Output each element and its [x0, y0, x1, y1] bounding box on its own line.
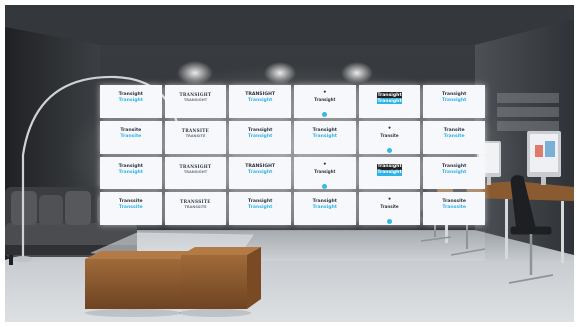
logo-tile: Transight Transight: [229, 120, 291, 154]
logo-secondary-text: Transight: [376, 169, 403, 176]
logo-secondary-text: TRANSITE: [185, 133, 206, 138]
logo-tile: Transight Transight: [358, 156, 421, 190]
logo-tile: TRANSIGHT TRANSIGHT: [164, 85, 227, 118]
logo-primary-text: Transight: [441, 163, 467, 169]
logo-primary-text: TRANSIGHT: [245, 163, 276, 169]
logo-tile: • Transite: [358, 120, 421, 154]
logo-primary-text: Transite: [443, 127, 465, 133]
logo-tile: Transite Transite: [423, 120, 485, 154]
logo-primary-text: Transight: [118, 92, 143, 97]
logo-tile: Transsite Transsite: [100, 192, 162, 225]
logo-secondary-text: Transight: [312, 133, 337, 139]
logo-tile: TRANSITE TRANSITE: [164, 120, 227, 154]
logo-tile: Transite Transite: [100, 120, 162, 154]
logo-secondary-text: Transight: [376, 98, 403, 104]
logo-tile-wall: Transight Transight TRANSIGHT TRANSIGHT TRAN…: [100, 85, 485, 225]
logo-secondary-text: Transight: [247, 169, 273, 175]
logo-tile: Transight Transight: [294, 192, 356, 225]
logo-secondary-text: Transsite: [442, 205, 466, 211]
logo-secondary-text: TRANSSITE: [184, 205, 207, 210]
logo-tile: • Transite: [358, 192, 421, 225]
logo-secondary-text: Transight: [441, 98, 467, 103]
logo-secondary-text: TRANSIGHT: [183, 98, 208, 102]
logo-primary-text: •: [322, 160, 327, 168]
logo-primary-text: •: [387, 196, 392, 204]
logo-tile: Transight Transight: [294, 120, 356, 154]
logo-primary-text: Transsite: [119, 199, 143, 205]
logo-primary-text: •: [387, 124, 392, 132]
logo-primary-text: TRANSITE: [181, 127, 210, 133]
logo-tile: • Transight: [294, 85, 356, 118]
logo-secondary-text: Transight: [312, 205, 337, 211]
logo-primary-text: Transight: [118, 163, 143, 169]
logo-tile: Transight Transight: [100, 156, 162, 190]
logo-tile: Transight Transight: [423, 85, 485, 118]
logo-dot-icon: [294, 174, 356, 190]
logo-primary-text: Transight: [247, 199, 273, 205]
logo-primary-text: TRANSIGHT: [245, 92, 276, 97]
logo-secondary-text: Transight: [118, 98, 143, 103]
logo-dot-icon: [359, 209, 421, 225]
logo-tile: TRANSSITE TRANSSITE: [164, 192, 227, 225]
logo-primary-text: Transight: [247, 127, 273, 133]
logo-primary-text: •: [322, 89, 327, 96]
logo-secondary-text: Transight: [118, 169, 143, 175]
logo-primary-text: Transsite: [442, 199, 466, 205]
logo-primary-text: TRANSIGHT: [179, 163, 212, 169]
logo-primary-text: Transight: [312, 199, 337, 205]
logo-tile: Transight Transight: [100, 85, 162, 118]
logo-secondary-text: TRANSIGHT: [183, 169, 208, 174]
logo-tile: Transight Transight: [358, 85, 421, 118]
logo-dot-icon: [359, 138, 421, 154]
logo-primary-text: Transite: [120, 127, 142, 133]
logo-primary-text: Transight: [312, 127, 337, 133]
logo-secondary-text: Transight: [247, 205, 273, 211]
logo-tile: TRANSIGHT TRANSIGHT: [164, 156, 227, 190]
logo-secondary-text: Transight: [441, 169, 467, 175]
logo-secondary-text: Transight: [247, 98, 273, 103]
logo-secondary-text: Transight: [247, 133, 273, 139]
coffee-table: [85, 232, 261, 317]
logo-primary-text: TRANSIGHT: [179, 92, 212, 97]
logo-secondary-text: Transite: [443, 133, 465, 139]
office-scene: Transight Transight TRANSIGHT TRANSIGHT TRAN…: [5, 5, 574, 322]
logo-tile: TRANSIGHT Transight: [229, 156, 291, 190]
logo-tile: TRANSIGHT Transight: [229, 85, 291, 118]
logo-secondary-text: Transite: [120, 133, 142, 139]
logo-dot-icon: [294, 102, 356, 118]
logo-tile: • Transight: [294, 156, 356, 190]
logo-tile: Transsite Transsite: [423, 192, 485, 225]
logo-primary-text: Transight: [441, 92, 467, 97]
logo-tile: Transight Transight: [229, 192, 291, 225]
logo-secondary-text: Transsite: [119, 205, 143, 211]
logo-tile: Transight Transight: [423, 156, 485, 190]
logo-primary-text: TRANSSITE: [180, 199, 211, 205]
